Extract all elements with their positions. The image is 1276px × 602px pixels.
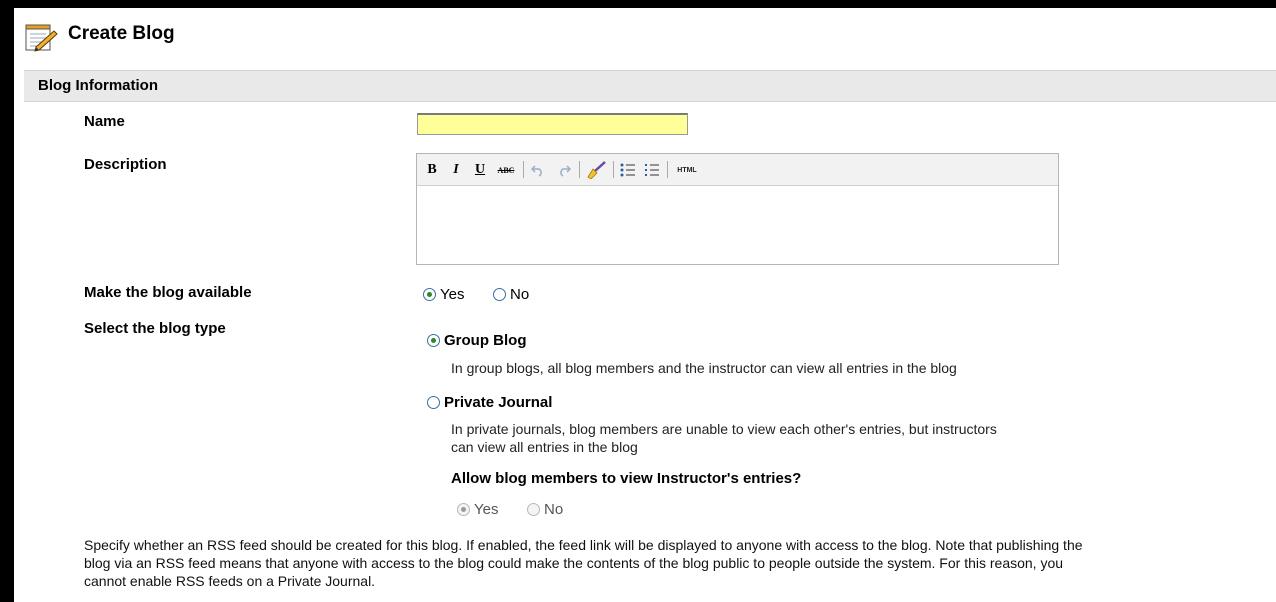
instructor-entries-yes-radio[interactable]: [457, 503, 470, 516]
numbered-list-icon[interactable]: [643, 161, 661, 179]
group-blog-radio[interactable]: [427, 334, 440, 347]
create-blog-page: Create Blog Blog Information Name Descri…: [14, 8, 1276, 602]
bold-button[interactable]: B: [425, 161, 439, 179]
instructor-entries-no-option[interactable]: No: [527, 501, 563, 518]
section-title: Blog Information: [38, 77, 158, 94]
private-journal-option[interactable]: Private Journal: [427, 394, 552, 411]
name-label: Name: [84, 113, 125, 130]
clean-format-brush-icon[interactable]: [585, 161, 607, 179]
instructor-entries-no-radio[interactable]: [527, 503, 540, 516]
instructor-entries-yes-option[interactable]: Yes: [457, 501, 498, 518]
strikethrough-button[interactable]: ABC: [495, 161, 517, 179]
window-frame-top: [0, 0, 1276, 8]
rss-note-line: Specify whether an RSS feed should be cr…: [84, 537, 1083, 553]
instructor-entries-question: Allow blog members to view Instructor's …: [451, 470, 802, 487]
availability-yes-option[interactable]: Yes: [423, 286, 464, 303]
private-journal-description-line: In private journals, blog members are un…: [451, 421, 997, 437]
private-journal-radio[interactable]: [427, 396, 440, 409]
page-header: Create Blog: [14, 8, 1276, 68]
toolbar-separator: [579, 161, 580, 178]
rss-note-line: cannot enable RSS feeds on a Private Jou…: [84, 573, 376, 589]
blog-type-label: Select the blog type: [84, 320, 226, 337]
group-blog-description: In group blogs, all blog members and the…: [451, 360, 957, 376]
availability-label: Make the blog available: [84, 284, 252, 301]
description-label: Description: [84, 156, 167, 173]
availability-yes-radio[interactable]: [423, 288, 436, 301]
page-title: Create Blog: [68, 23, 175, 44]
html-source-button[interactable]: HTML: [673, 161, 701, 179]
private-journal-title: Private Journal: [444, 394, 553, 411]
private-journal-description: In private journals, blog members are un…: [451, 420, 997, 456]
toolbar-separator: [667, 161, 668, 178]
availability-no-option[interactable]: No: [493, 286, 529, 303]
undo-icon[interactable]: [529, 161, 547, 179]
notepad-pencil-icon: [25, 24, 58, 52]
rss-note-line: blog via an RSS feed means that anyone w…: [84, 555, 1064, 571]
description-textarea[interactable]: [417, 186, 1058, 264]
availability-yes-label: Yes: [440, 286, 465, 303]
bullet-list-icon[interactable]: [619, 161, 637, 179]
instructor-entries-no-label: No: [544, 501, 564, 518]
section-header: Blog Information: [24, 70, 1276, 102]
editor-toolbar: B I U ABC HTML: [417, 154, 1058, 186]
window-frame-left: [0, 0, 14, 602]
instructor-entries-yes-label: Yes: [474, 501, 499, 518]
toolbar-separator: [613, 161, 614, 178]
description-editor: B I U ABC HTML: [416, 153, 1059, 265]
underline-button[interactable]: U: [473, 161, 487, 179]
redo-icon[interactable]: [555, 161, 573, 179]
group-blog-title: Group Blog: [444, 332, 527, 349]
availability-no-radio[interactable]: [493, 288, 506, 301]
group-blog-option[interactable]: Group Blog: [427, 332, 527, 349]
name-input[interactable]: [417, 113, 688, 135]
italic-button[interactable]: I: [449, 161, 463, 179]
availability-no-label: No: [510, 286, 530, 303]
rss-feed-note: Specify whether an RSS feed should be cr…: [84, 536, 1274, 590]
private-journal-description-line: can view all entries in the blog: [451, 439, 638, 455]
toolbar-separator: [523, 161, 524, 178]
